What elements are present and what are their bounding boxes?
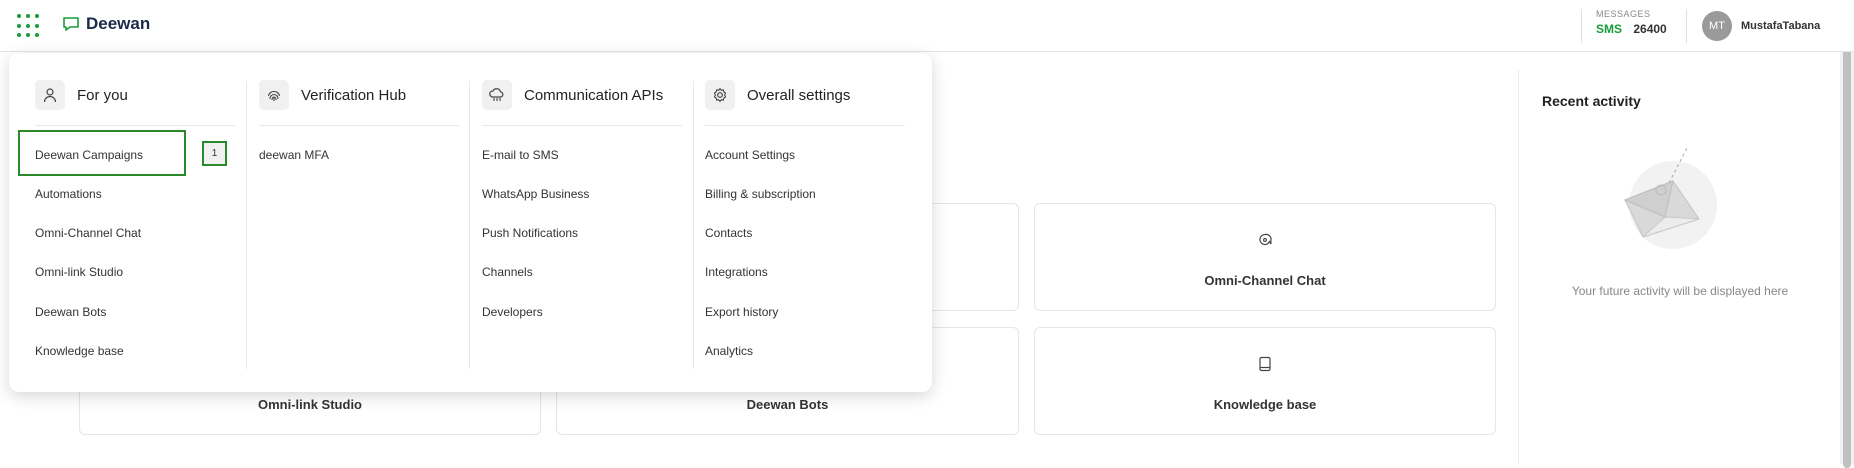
menu-heading-communication-apis: Communication APIs [524, 86, 664, 104]
messages-label: MESSAGES [1596, 9, 1651, 19]
menu-item-channels[interactable]: Channels [482, 265, 533, 279]
fingerprint-icon [259, 80, 289, 110]
menu-item-export-history[interactable]: Export history [705, 305, 778, 319]
column-divider [469, 81, 470, 369]
heading-divider [482, 125, 682, 126]
step-badge: 1 [202, 141, 227, 166]
heading-divider [35, 125, 235, 126]
card-knowledge-base[interactable]: Knowledge base [1034, 327, 1496, 435]
card-label: Deewan Bots [746, 397, 829, 412]
menu-item-whatsapp-business[interactable]: WhatsApp Business [482, 187, 589, 201]
brand-logo[interactable]: Deewan [62, 14, 150, 34]
deewan-logo-icon [63, 17, 79, 31]
menu-item-contacts[interactable]: Contacts [705, 226, 752, 240]
apps-grid-icon[interactable] [17, 14, 41, 38]
user-name[interactable]: MustafaTabana [1741, 20, 1820, 32]
column-divider [246, 81, 247, 369]
menu-item-email-to-sms[interactable]: E-mail to SMS [482, 148, 559, 162]
column-divider [693, 81, 694, 369]
empty-activity-text: Your future activity will be displayed h… [1571, 284, 1789, 298]
empty-envelope-illustration [1623, 147, 1717, 249]
messages-balance: MESSAGES SMS 26400 [1581, 9, 1667, 43]
menu-column-overall-settings: Overall settings Account Settings Billin… [705, 53, 915, 392]
menu-item-billing-subscription[interactable]: Billing & subscription [705, 187, 816, 201]
book-icon [1259, 356, 1271, 372]
menu-heading-for-you: For you [77, 86, 128, 104]
avatar[interactable]: MT [1702, 11, 1732, 41]
chat-bubble-icon [1259, 233, 1272, 246]
user-icon [35, 80, 65, 110]
menu-item-deewan-mfa[interactable]: deewan MFA [259, 148, 329, 162]
menu-item-omni-channel-chat[interactable]: Omni-Channel Chat [35, 226, 141, 240]
sms-label: SMS [1596, 22, 1623, 36]
card-label: Knowledge base [1213, 397, 1317, 412]
menu-item-account-settings[interactable]: Account Settings [705, 148, 795, 162]
apps-dropdown-menu: For you Deewan Campaigns Automations Omn… [9, 53, 932, 392]
heading-divider [705, 125, 905, 126]
top-bar: Deewan MESSAGES SMS 26400 MT MustafaTaba… [0, 0, 1854, 52]
heading-divider [259, 125, 459, 126]
sms-count: 26400 [1633, 22, 1667, 36]
recent-activity-panel: Recent activity Your future activity wil… [1518, 70, 1854, 464]
menu-item-analytics[interactable]: Analytics [705, 344, 753, 358]
menu-item-omni-link-studio[interactable]: Omni-link Studio [35, 265, 123, 279]
menu-column-communication-apis: Communication APIs E-mail to SMS WhatsAp… [482, 53, 692, 392]
menu-item-automations[interactable]: Automations [35, 187, 102, 201]
highlight-box [18, 130, 186, 176]
menu-item-deewan-bots[interactable]: Deewan Bots [35, 305, 106, 319]
card-label: Omni-link Studio [258, 397, 362, 412]
brand-name: Deewan [86, 14, 151, 33]
menu-heading-overall-settings: Overall settings [747, 86, 851, 104]
menu-item-integrations[interactable]: Integrations [705, 265, 768, 279]
recent-activity-title: Recent activity [1542, 93, 1641, 109]
menu-column-for-you: For you Deewan Campaigns Automations Omn… [35, 53, 245, 392]
cloud-icon [482, 80, 512, 110]
menu-item-knowledge-base[interactable]: Knowledge base [35, 344, 124, 358]
menu-heading-verification-hub: Verification Hub [301, 86, 407, 104]
card-omni-channel-chat[interactable]: Omni-Channel Chat [1034, 203, 1496, 311]
menu-item-developers[interactable]: Developers [482, 305, 543, 319]
card-label: Omni-Channel Chat [1204, 273, 1326, 288]
gear-icon [705, 80, 735, 110]
menu-column-verification-hub: Verification Hub deewan MFA [259, 53, 469, 392]
user-menu[interactable]: MT MustafaTabana [1686, 9, 1820, 43]
menu-item-push-notifications[interactable]: Push Notifications [482, 226, 578, 240]
